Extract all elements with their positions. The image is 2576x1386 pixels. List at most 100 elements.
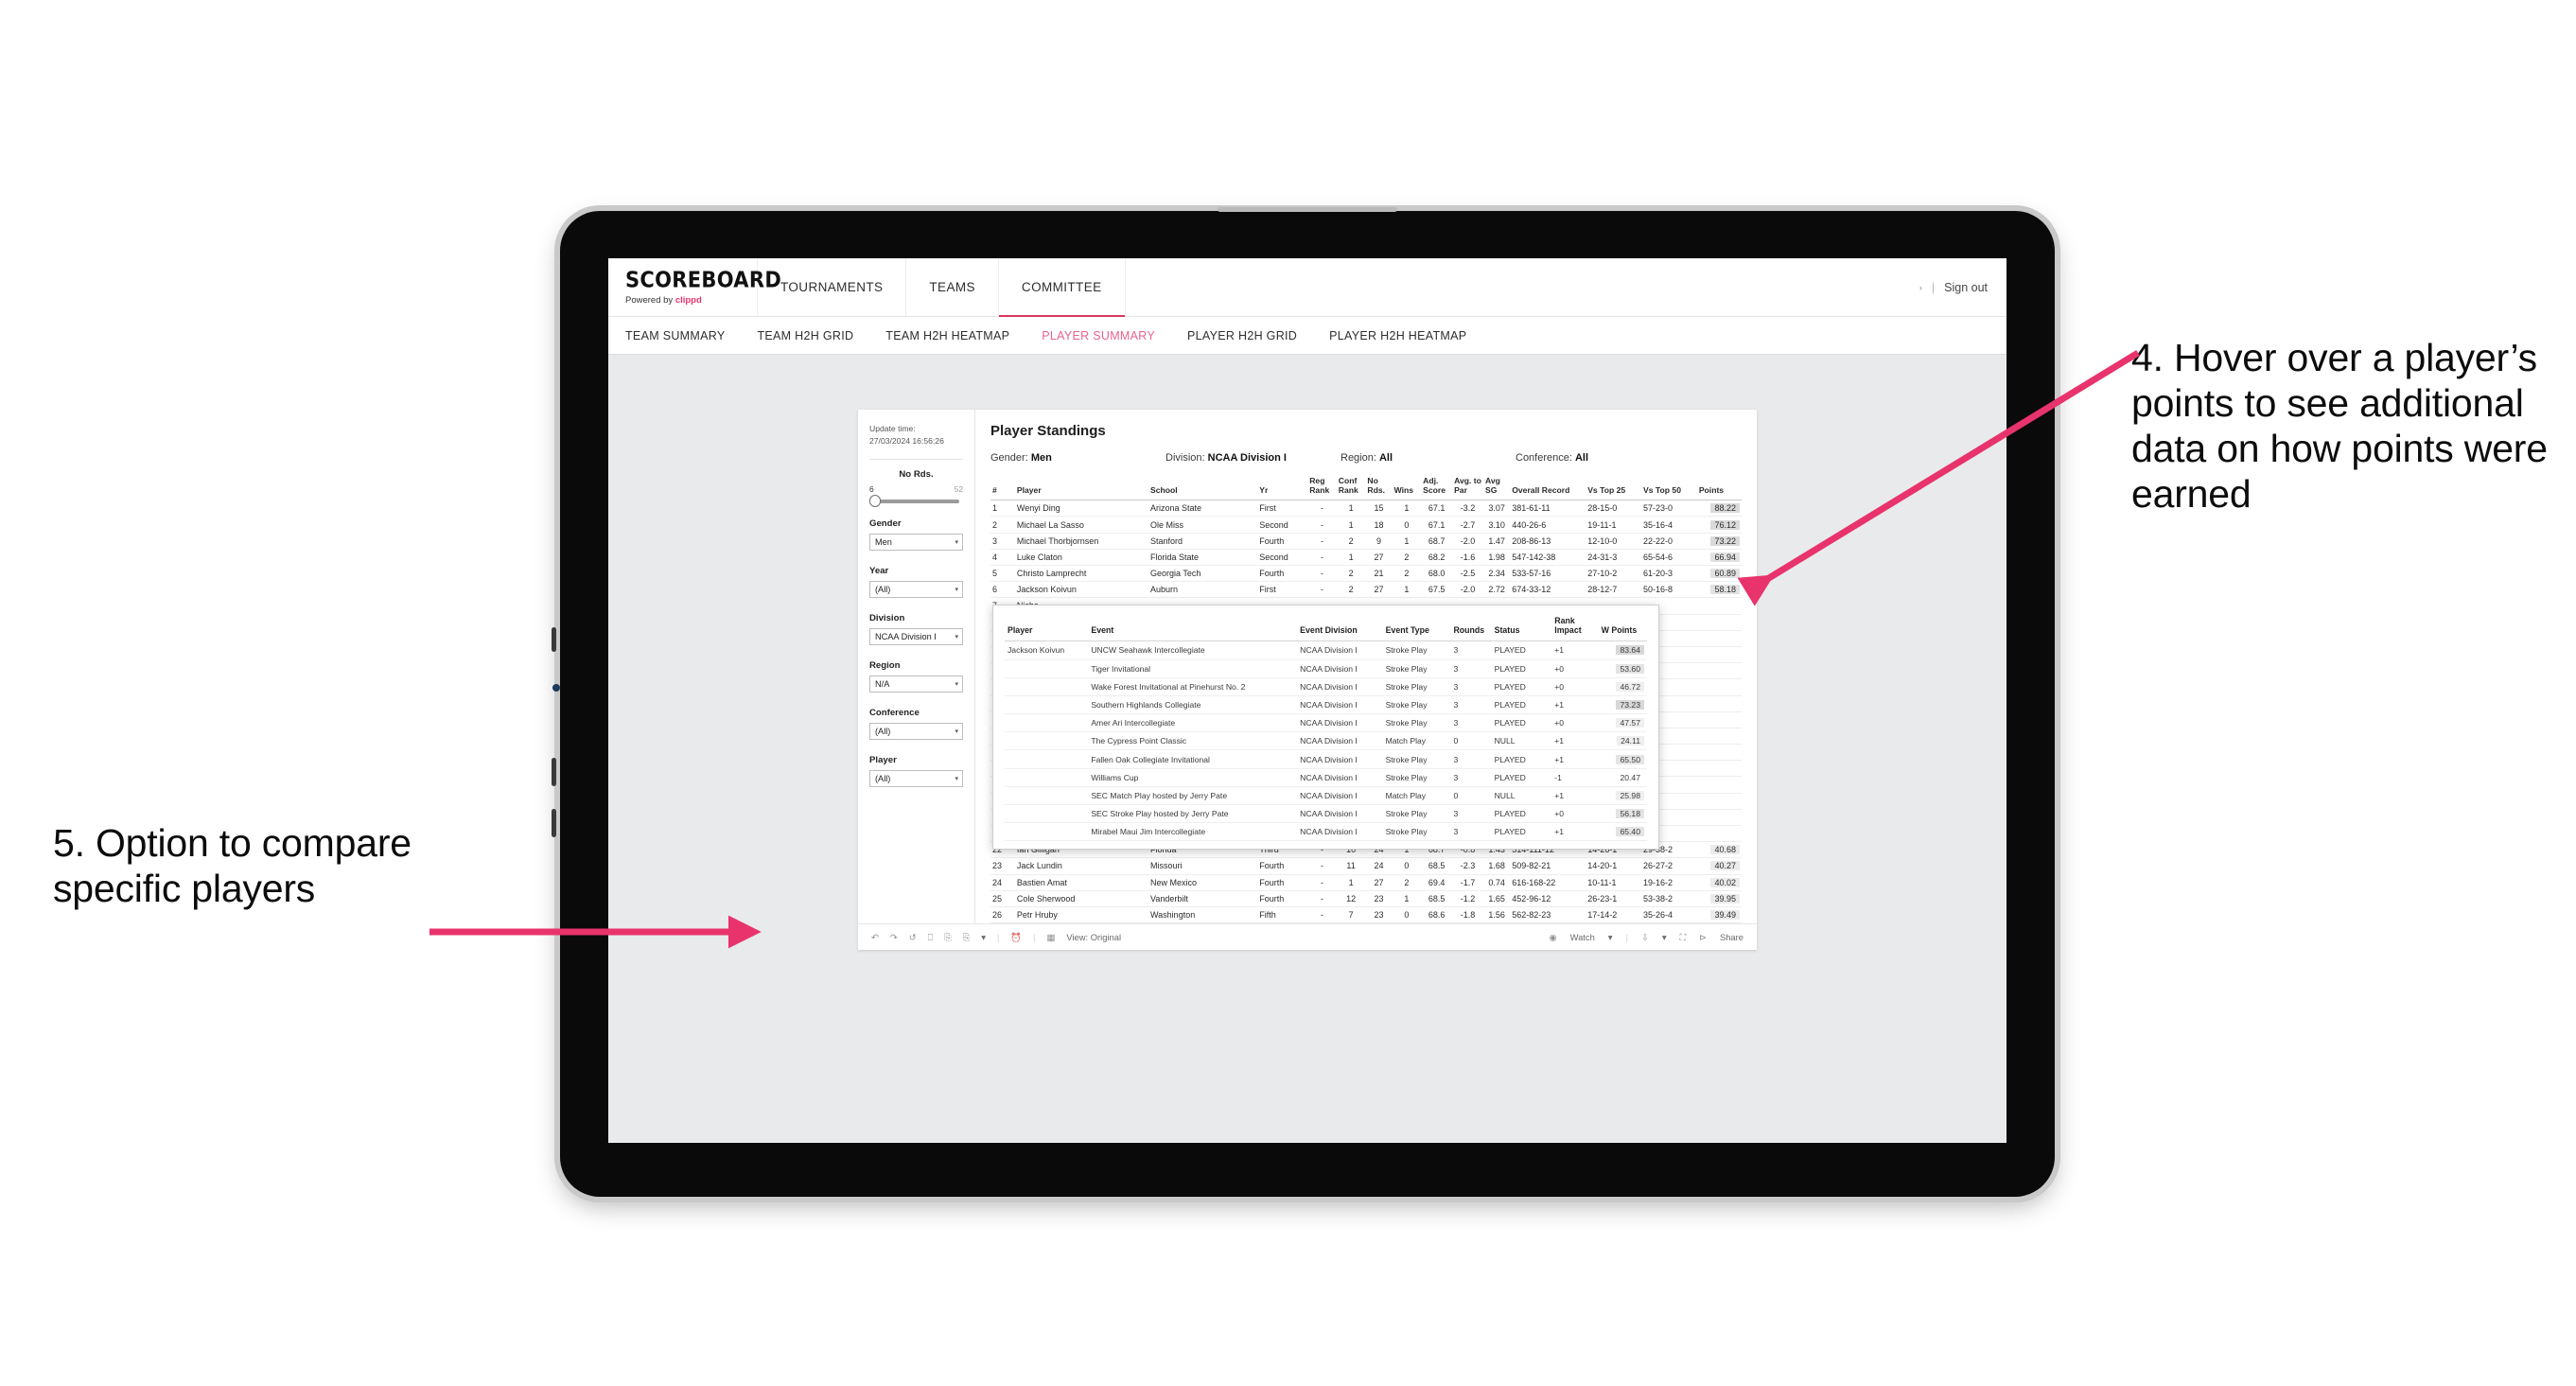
year-filter-value: (All) xyxy=(875,584,891,594)
cell-points[interactable] xyxy=(1696,760,1742,778)
player-filter-label: Player xyxy=(869,754,897,765)
sign-out-link[interactable]: Sign out xyxy=(1944,281,1988,294)
share-button[interactable]: Share xyxy=(1720,932,1744,942)
cell-school: Missouri xyxy=(1148,857,1258,875)
cell-sg: 1.65 xyxy=(1483,890,1511,907)
annotation-compare-players: 5. Option to compare specific players xyxy=(53,821,412,910)
col-avg-sg[interactable]: Avg SG xyxy=(1483,475,1511,501)
cell-wins: 1 xyxy=(1392,500,1422,518)
year-filter-select[interactable]: (All) ▾ xyxy=(869,580,963,598)
col-avg-to-par[interactable]: Avg. to Par xyxy=(1452,475,1483,501)
chevron-down-icon[interactable]: ▾ xyxy=(1662,932,1667,943)
cell-points[interactable]: 40.27 xyxy=(1696,857,1742,875)
tab-team-h2h-heatmap[interactable]: TEAM H2H HEATMAP xyxy=(885,329,1009,342)
nav-item-teams[interactable]: TEAMS xyxy=(906,258,999,316)
col-player[interactable]: Player xyxy=(1014,475,1149,501)
chevron-down-icon[interactable]: ▾ xyxy=(1608,932,1613,943)
table-row[interactable]: 26 Petr Hruby Washington Fifth -7 23 0 68.6 -1.8… xyxy=(990,906,1742,924)
cell-points[interactable] xyxy=(1696,646,1742,664)
col-overall-record[interactable]: Overall Record xyxy=(1510,475,1586,501)
col-wins[interactable]: Wins xyxy=(1392,475,1422,501)
undo-icon[interactable]: ↶ xyxy=(871,932,879,943)
cell-points[interactable]: 39.49 xyxy=(1696,906,1742,924)
chevron-right-icon[interactable]: › xyxy=(1919,283,1922,292)
tooltip-body: Jackson Koivun UNCW Seahawk Intercollegia… xyxy=(1005,640,1647,842)
col-vs-top-50[interactable]: Vs Top 50 xyxy=(1641,475,1697,501)
col-no-rds[interactable]: No Rds. xyxy=(1365,475,1393,501)
table-row[interactable]: 24 Bastien Amat New Mexico Fourth -1 27 2 69.4-… xyxy=(990,874,1742,891)
tab-team-summary[interactable]: TEAM SUMMARY xyxy=(625,329,725,342)
view-original-label[interactable]: View: Original xyxy=(1066,932,1121,942)
col-conf-rank[interactable]: Conf Rank xyxy=(1336,475,1366,501)
tt-cell-division: NCAA Division I xyxy=(1297,804,1383,824)
table-row[interactable]: 1 Wenyi Ding Arizona State First -1 15 1 67.1 -3… xyxy=(990,500,1742,518)
tab-team-h2h-grid[interactable]: TEAM H2H GRID xyxy=(757,329,853,342)
download-icon[interactable]: ⇩ xyxy=(1641,932,1649,943)
table-row[interactable]: 25 Cole Sherwood Vanderbilt Fourth -12 23 1 68.… xyxy=(990,890,1742,907)
cell-points[interactable] xyxy=(1696,825,1742,843)
division-filter-label: Division xyxy=(869,612,905,623)
cell-points[interactable]: 40.68 xyxy=(1696,841,1742,859)
w-points-value: 65.50 xyxy=(1616,754,1644,764)
nav-item-tournaments[interactable]: TOURNAMENTS xyxy=(758,258,907,316)
brand-logo[interactable]: SCOREBOARD Powered by clippd xyxy=(608,258,781,316)
table-row[interactable]: 2 Michael La Sasso Ole Miss Second -1 18 0 67.1… xyxy=(990,516,1742,534)
cell-points[interactable] xyxy=(1696,695,1742,712)
col-rank[interactable]: # xyxy=(990,475,1015,501)
chevron-down-icon[interactable]: ▾ xyxy=(981,932,986,943)
tt-cell-division: NCAA Division I xyxy=(1297,677,1383,696)
cell-nords: 9 xyxy=(1365,533,1393,550)
table-row[interactable]: 23 Jack Lundin Missouri Fourth -11 24 0 68.5 -2.… xyxy=(990,857,1742,875)
table-row[interactable]: 4 Luke Claton Florida State Second -1 27 2 68.2… xyxy=(990,549,1742,567)
cell-points[interactable] xyxy=(1696,711,1742,728)
col-year[interactable]: Yr xyxy=(1257,475,1308,501)
pause-updates-icon[interactable]: ⎘ xyxy=(944,932,952,943)
gender-filter-select[interactable]: Men ▾ xyxy=(869,533,963,551)
tt-cell-status: PLAYED xyxy=(1491,768,1552,787)
player-filter-select[interactable]: (All) ▾ xyxy=(869,769,963,787)
history-icon[interactable]: ⏰ xyxy=(1010,932,1022,943)
col-adj-score[interactable]: Adj. Score xyxy=(1421,475,1453,501)
primary-navbar: SCOREBOARD Powered by clippd TOURNAMENTS… xyxy=(608,258,2006,317)
cell-points[interactable] xyxy=(1696,728,1742,746)
cell-points[interactable] xyxy=(1696,809,1742,827)
tab-player-summary[interactable]: PLAYER SUMMARY xyxy=(1042,329,1155,342)
tt-cell-event: Wake Forest Invitational at Pinehurst No… xyxy=(1088,677,1298,696)
col-reg-rank[interactable]: Reg Rank xyxy=(1307,475,1337,501)
table-row[interactable]: 6 Jackson Koivun Auburn First -2 27 1 67.5 -2.0 2… xyxy=(990,581,1742,599)
cell-points[interactable] xyxy=(1696,793,1742,810)
view-original-icon[interactable]: ⎘ xyxy=(963,932,971,943)
cell-points[interactable] xyxy=(1696,744,1742,762)
cell-points[interactable] xyxy=(1696,662,1742,680)
table-row[interactable]: 3 Michael Thorbjornsen Stanford Fourth -2 9 1 6… xyxy=(990,533,1742,550)
fullscreen-icon[interactable]: ⛶ xyxy=(1680,932,1687,943)
meta-conference-value: All xyxy=(1574,452,1589,464)
tt-col-event-division: Event Division xyxy=(1297,615,1383,642)
refresh-data-icon[interactable]: ⎕ xyxy=(928,932,934,943)
revert-icon[interactable]: ↺ xyxy=(909,932,917,943)
no-rounds-slider-track[interactable] xyxy=(869,495,960,508)
watch-button[interactable]: Watch xyxy=(1570,932,1595,942)
nav-item-committee[interactable]: COMMITTEE xyxy=(998,258,1126,317)
cell-reg: - xyxy=(1307,890,1337,907)
cell-t50: 65-54-6 xyxy=(1641,549,1697,567)
tab-player-h2h-heatmap[interactable]: PLAYER H2H HEATMAP xyxy=(1329,329,1466,342)
points-value: 40.27 xyxy=(1710,861,1740,871)
cell-points[interactable] xyxy=(1696,678,1742,696)
cell-reg: - xyxy=(1307,516,1337,534)
tooltip-row: Tiger Invitational NCAA Division I Stroke … xyxy=(1005,659,1647,678)
meta-gender: Gender: Men xyxy=(990,452,1165,464)
tab-player-h2h-grid[interactable]: PLAYER H2H GRID xyxy=(1187,329,1297,342)
table-row[interactable]: 5 Christo Lamprecht Georgia Tech Fourth -2 21… xyxy=(990,565,1742,583)
region-filter-select[interactable]: N/A ▾ xyxy=(869,675,963,693)
no-rounds-slider-handle[interactable] xyxy=(869,495,881,508)
tt-col-w-points: W Points xyxy=(1598,615,1647,642)
division-filter-select[interactable]: NCAA Division I ▾ xyxy=(869,627,963,645)
conference-filter-select[interactable]: (All) ▾ xyxy=(869,722,963,740)
col-school[interactable]: School xyxy=(1148,475,1258,501)
cell-points[interactable]: 39.95 xyxy=(1696,890,1742,907)
col-vs-top-25[interactable]: Vs Top 25 xyxy=(1586,475,1642,501)
cell-points[interactable]: 40.02 xyxy=(1696,874,1742,891)
cell-points[interactable] xyxy=(1696,776,1742,794)
redo-icon[interactable]: ↷ xyxy=(890,932,898,943)
